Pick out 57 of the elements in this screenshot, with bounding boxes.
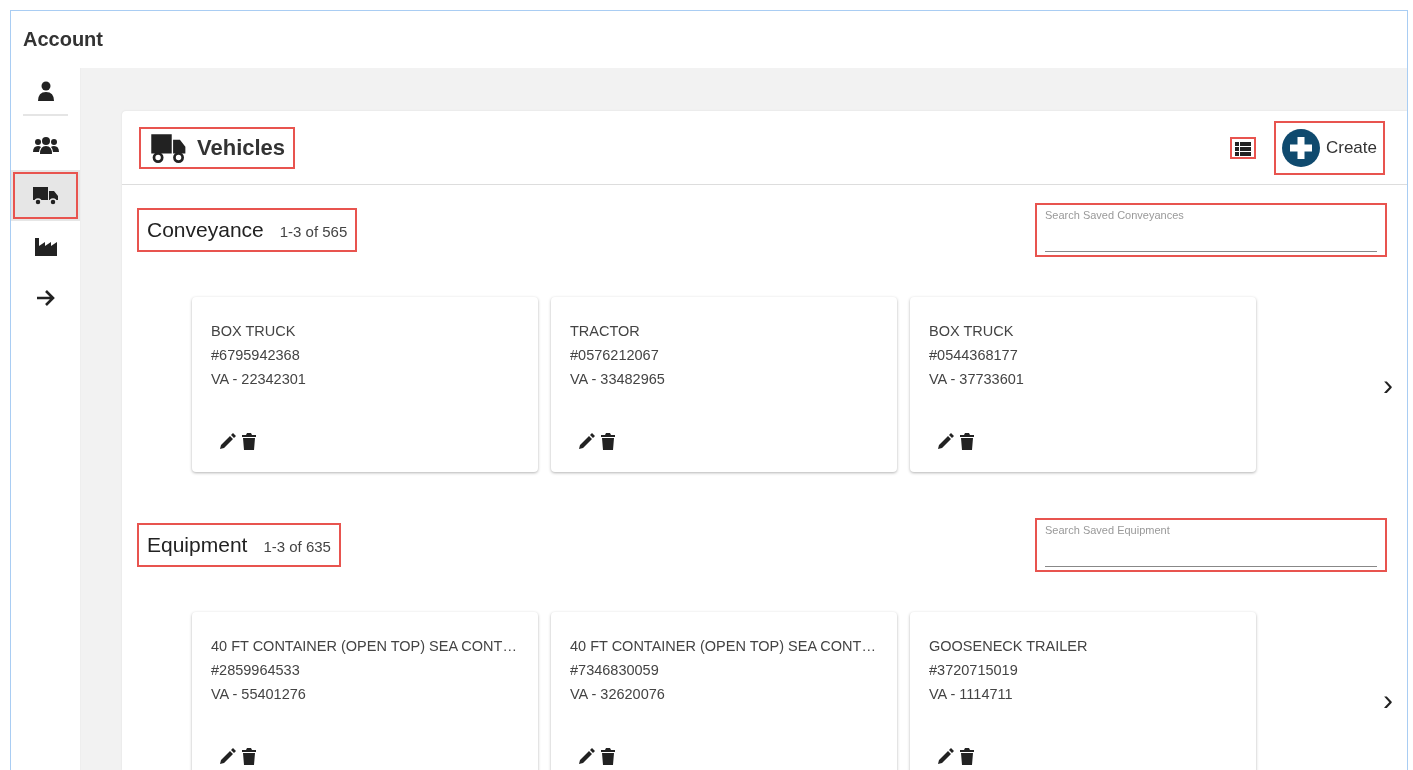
trash-icon[interactable] xyxy=(601,433,615,450)
edit-icon[interactable] xyxy=(578,433,595,450)
result-count: 1-3 of 565 xyxy=(279,223,348,240)
vehicle-type: BOX TRUCK xyxy=(929,322,1015,341)
arrow-icon xyxy=(35,288,56,307)
factory-icon xyxy=(34,237,57,256)
list-view-button[interactable] xyxy=(1229,136,1256,159)
vehicle-plate: VA - 32620076 xyxy=(570,685,666,704)
vehicle-number: #6795942368 xyxy=(211,346,301,365)
vehicle-plate: VA - 33482965 xyxy=(570,370,666,389)
edit-icon[interactable] xyxy=(937,748,954,765)
panel-title: Vehicles xyxy=(197,134,286,161)
next-button[interactable]: › xyxy=(1379,682,1397,717)
next-button[interactable]: › xyxy=(1379,367,1397,402)
vehicle-type: 40 FT CONTAINER (OPEN TOP) SEA CONT… xyxy=(570,637,877,656)
plus-icon xyxy=(1281,128,1320,167)
vehicle-type: TRACTOR xyxy=(570,322,641,341)
truck-icon xyxy=(151,132,187,163)
edit-icon[interactable] xyxy=(578,748,595,765)
vehicle-number: #0544368177 xyxy=(929,346,1019,365)
vehicle-card[interactable]: BOX TRUCK #0544368177 VA - 37733601 xyxy=(910,297,1256,472)
create-button[interactable]: Create xyxy=(1273,120,1385,175)
edit-icon[interactable] xyxy=(219,748,236,765)
vehicle-number: #3720715019 xyxy=(929,661,1019,680)
trash-icon[interactable] xyxy=(960,748,974,765)
vehicle-plate: VA - 55401276 xyxy=(211,685,307,704)
group-icon xyxy=(32,135,59,154)
vehicle-type: GOOSENECK TRAILER xyxy=(929,637,1089,656)
truck-icon xyxy=(32,185,59,206)
vehicle-card[interactable]: TRACTOR #0576212067 VA - 33482965 xyxy=(551,297,897,472)
vehicle-card[interactable]: BOX TRUCK #6795942368 VA - 22342301 xyxy=(192,297,538,472)
vehicle-plate: VA - 37733601 xyxy=(929,370,1025,389)
trash-icon[interactable] xyxy=(601,748,615,765)
vehicle-type: 40 FT CONTAINER (OPEN TOP) SEA CONT… xyxy=(211,637,518,656)
edit-icon[interactable] xyxy=(937,433,954,450)
sidebar-item[interactable] xyxy=(11,170,80,221)
edit-icon[interactable] xyxy=(219,433,236,450)
vehicle-card[interactable]: 40 FT CONTAINER (OPEN TOP) SEA CONT… #7346830059 VA - 32620076 xyxy=(551,612,897,770)
result-count: 1-3 of 635 xyxy=(263,538,331,555)
page-title: Account xyxy=(23,28,103,51)
section-title: Equipment xyxy=(147,533,248,557)
search-field[interactable]: Search Saved Conveyances xyxy=(1035,203,1387,257)
trash-icon[interactable] xyxy=(242,433,256,450)
vehicle-number: #7346830059 xyxy=(570,661,660,680)
vehicle-plate: VA - 22342301 xyxy=(211,370,307,389)
trash-icon[interactable] xyxy=(242,748,256,765)
person-icon xyxy=(36,81,55,101)
vehicle-card[interactable]: GOOSENECK TRAILER #3720715019 VA - 1114711 xyxy=(910,612,1256,770)
vehicle-type: BOX TRUCK xyxy=(211,322,297,341)
section-title: Conveyance xyxy=(147,218,264,242)
trash-icon[interactable] xyxy=(960,433,974,450)
vehicle-number: #2859964533 xyxy=(211,661,301,680)
search-field[interactable]: Search Saved Equipment xyxy=(1035,518,1387,572)
vehicle-plate: VA - 1114711 xyxy=(929,685,1014,704)
vehicle-card[interactable]: 40 FT CONTAINER (OPEN TOP) SEA CONT… #2859964533 VA - 55401276 xyxy=(192,612,538,770)
list-icon xyxy=(1234,141,1251,156)
vehicle-number: #0576212067 xyxy=(570,346,660,365)
